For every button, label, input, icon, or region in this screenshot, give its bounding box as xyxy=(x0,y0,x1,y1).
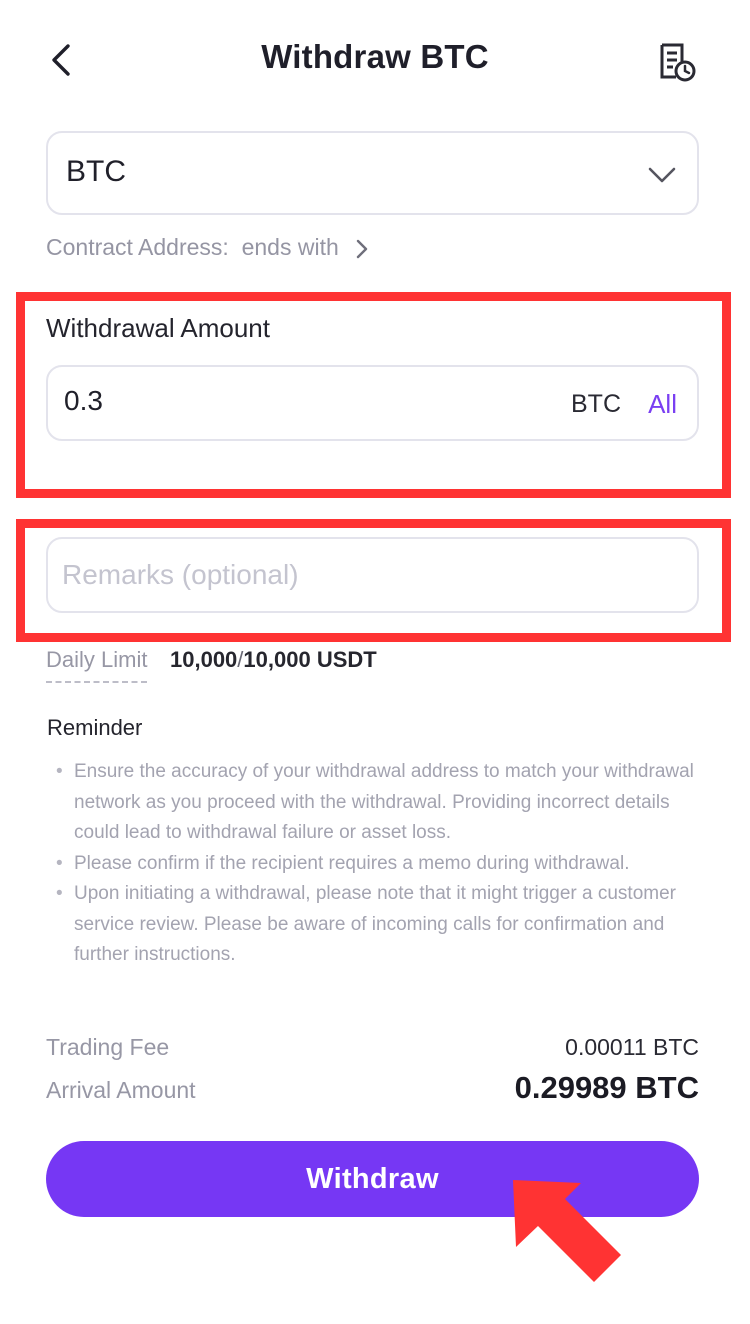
network-value: BTC xyxy=(66,155,126,188)
page-title: Withdraw BTC xyxy=(261,38,489,75)
arrival-amount-value: 0.29989 BTC xyxy=(514,1070,699,1105)
amount-value: 0.3 xyxy=(64,385,103,416)
remarks-placeholder: Remarks (optional) xyxy=(62,559,299,590)
amount-unit: BTC xyxy=(571,390,621,418)
contract-address-text: Contract Address: ends with xyxy=(46,234,339,260)
reminder-title: Reminder xyxy=(47,715,143,740)
pointer-arrow-icon xyxy=(513,1180,621,1282)
chevron-down-icon xyxy=(648,167,676,183)
withdrawal-amount-input[interactable]: 0.3 BTC All xyxy=(46,365,699,441)
daily-limit-value: 10,000/10,000 USDT xyxy=(170,647,377,673)
arrival-amount-label: Arrival Amount xyxy=(46,1077,196,1103)
order-history-icon xyxy=(660,43,696,82)
remarks-input[interactable]: Remarks (optional) xyxy=(46,537,699,613)
daily-limit-used: 10,000 xyxy=(170,647,238,672)
daily-limit-label[interactable]: Daily Limit xyxy=(46,647,148,683)
withdrawal-amount-label: Withdrawal Amount xyxy=(46,313,270,343)
daily-limit-total: 10,000 USDT xyxy=(243,647,377,672)
history-button[interactable] xyxy=(656,41,698,83)
reminder-item: Ensure the accuracy of your withdrawal a… xyxy=(56,757,716,849)
reminder-item: Upon initiating a withdrawal, please not… xyxy=(56,879,716,971)
all-button[interactable]: All xyxy=(648,389,677,420)
chevron-right-icon xyxy=(356,239,368,259)
trading-fee-label: Trading Fee xyxy=(46,1034,170,1060)
network-select[interactable]: BTC xyxy=(46,131,699,215)
reminder-list: Ensure the accuracy of your withdrawal a… xyxy=(56,757,716,971)
reminder-item: Please confirm if the recipient requires… xyxy=(56,849,716,880)
trading-fee-value: 0.00011 BTC xyxy=(565,1034,699,1060)
contract-address-link[interactable]: Contract Address: ends with xyxy=(46,234,369,261)
